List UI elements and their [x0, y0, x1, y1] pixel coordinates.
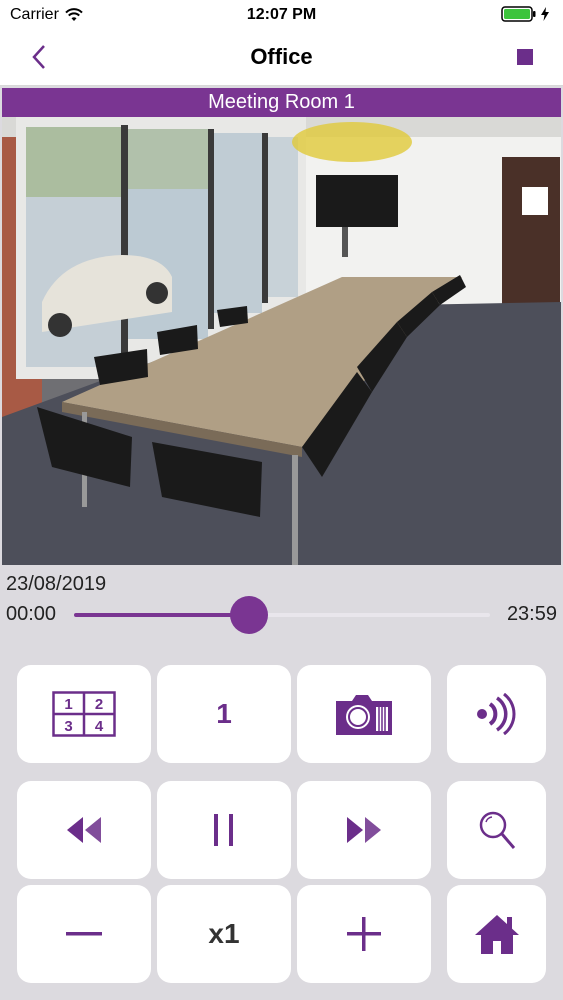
snapshot-button[interactable] [297, 665, 431, 763]
fast-forward-button[interactable] [297, 781, 431, 879]
fast-forward-icon [347, 817, 381, 843]
page-title: Office [250, 44, 313, 69]
camera-number-label: 1 [216, 698, 232, 729]
camera-number-button[interactable]: 1 [157, 665, 291, 763]
grid-digit-2: 2 [95, 696, 103, 713]
timeline-thumb[interactable] [229, 596, 268, 634]
magnifier-icon [479, 811, 515, 849]
sound-waves-icon [476, 693, 515, 735]
grid-digit-4: 4 [95, 718, 104, 735]
rewind-icon [67, 817, 101, 843]
timeline-slider[interactable] [74, 596, 490, 634]
camera-title: Meeting Room 1 [2, 88, 561, 117]
zoom-button[interactable] [447, 781, 546, 879]
camera-feed-image [2, 117, 561, 565]
home-button[interactable] [447, 885, 546, 983]
camera-view[interactable] [2, 117, 561, 565]
speed-button[interactable]: x1 [157, 885, 291, 983]
stop-button[interactable] [517, 49, 533, 65]
status-bar: Carrier 12:07 PM [0, 0, 563, 30]
minus-icon [66, 932, 102, 936]
timeline-end: 23:59 [506, 603, 557, 625]
timeline-start: 00:00 [6, 603, 57, 625]
grid-layout-button[interactable]: 1 2 3 4 [17, 665, 151, 763]
pause-icon [214, 814, 233, 846]
status-time: 12:07 PM [246, 6, 317, 23]
grid-layout-icon: 1 2 3 4 [52, 691, 116, 737]
grid-digit-1: 1 [64, 696, 72, 713]
plus-icon [347, 917, 381, 951]
navigation-bar: Office [0, 30, 563, 86]
camera-icon [336, 695, 392, 735]
playback-date: 23/08/2019 [6, 573, 107, 595]
home-icon [474, 915, 519, 954]
charging-icon [541, 7, 549, 21]
battery-indicator [501, 6, 549, 22]
timeline-progress [74, 613, 249, 617]
decrease-speed-button[interactable] [17, 885, 151, 983]
speed-label: x1 [208, 918, 240, 949]
increase-speed-button[interactable] [297, 885, 431, 983]
grid-digit-3: 3 [64, 718, 72, 735]
rewind-button[interactable] [17, 781, 151, 879]
pause-button[interactable] [157, 781, 291, 879]
audio-button[interactable] [447, 665, 546, 763]
battery-icon [501, 6, 536, 22]
